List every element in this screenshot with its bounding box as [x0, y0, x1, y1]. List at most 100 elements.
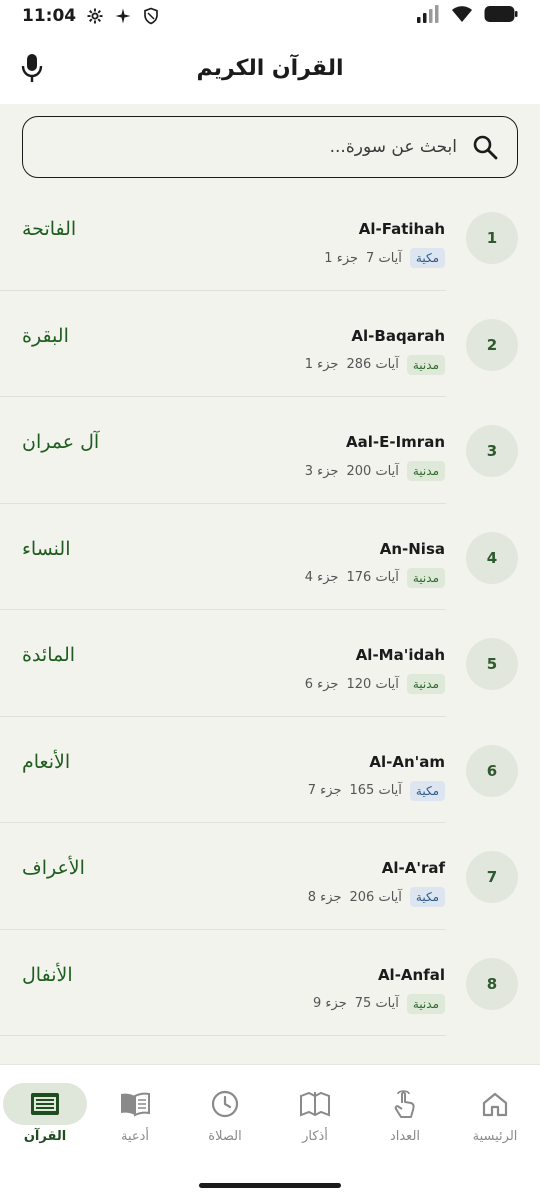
- home-icon: [453, 1083, 537, 1125]
- revelation-badge: مكية: [409, 887, 445, 907]
- nav-label: أدعية: [120, 1129, 150, 1144]
- ayat-count: 176 آيات: [346, 570, 399, 585]
- nav-item-home[interactable]: الرئيسية: [452, 1083, 538, 1153]
- surah-name-en: Al-An'am: [369, 752, 445, 771]
- app-header: القرآن الكريم: [0, 32, 540, 104]
- tap-hand-icon: [363, 1083, 447, 1125]
- search-icon[interactable]: [471, 133, 499, 161]
- battery-icon: [484, 5, 518, 27]
- revelation-badge: مكية: [409, 248, 445, 268]
- revelation-badge: مدنية: [406, 567, 445, 588]
- wifi-icon: [450, 5, 474, 27]
- juz-number: جزء 8: [307, 889, 342, 905]
- surah-row[interactable]: 2 Al-Baqarah مدنية 286 آيات جزء 1 البقرة: [0, 291, 540, 397]
- revelation-badge: مدنية: [406, 354, 445, 375]
- ayat-count: 165 آيات: [349, 783, 402, 798]
- ayat-count: 206 آيات: [349, 889, 402, 905]
- surah-row[interactable]: 8 Al-Anfal مدنية 75 آيات جزء 9 الأنفال: [0, 930, 540, 1036]
- status-time: 11:04: [22, 6, 77, 26]
- surah-number: 3: [466, 425, 518, 477]
- settings-icon: [86, 7, 104, 25]
- juz-number: جزء 1: [324, 250, 359, 266]
- juz-number: جزء 3: [304, 463, 339, 479]
- revelation-badge: مكية: [409, 780, 445, 801]
- surah-number: 6: [466, 744, 518, 797]
- surah-meta: مكية 165 آيات جزء 7: [307, 780, 445, 801]
- surah-meta: مدنية 120 آيات جزء 6: [305, 674, 445, 694]
- surah-name-en: Al-Anfal: [377, 965, 445, 984]
- open-book-icon: [93, 1083, 177, 1125]
- surah-list: 1 Al-Fatihah مكية 7 آيات جزء 1 الفاتحة 2…: [0, 184, 540, 1036]
- ayat-count: 200 آيات: [346, 463, 399, 479]
- surah-row[interactable]: 7 Al-A'raf مكية 206 آيات جزء 8 الأعراف: [0, 823, 540, 930]
- surah-number: 2: [466, 318, 518, 371]
- surah-number: 8: [466, 957, 518, 1010]
- search-input[interactable]: [97, 137, 457, 157]
- surah-name-ar: المائدة: [22, 644, 76, 666]
- clock-icon: [183, 1083, 267, 1125]
- signal-icon: [416, 5, 440, 27]
- surah-name-en: An-Nisa: [379, 539, 445, 558]
- ayat-count: 120 آيات: [346, 676, 399, 692]
- nav-label: العداد: [389, 1129, 421, 1144]
- nav-item-prayer[interactable]: الصلاة: [182, 1083, 268, 1153]
- revelation-badge: مدنية: [406, 993, 445, 1014]
- surah-name-en: Al-A'raf: [381, 859, 445, 877]
- surah-meta: مدنية 286 آيات جزء 1: [304, 354, 445, 375]
- juz-number: جزء 6: [304, 676, 339, 692]
- page-title: القرآن الكريم: [196, 55, 344, 81]
- surah-row[interactable]: 6 Al-An'am مكية 165 آيات جزء 7 الأنعام: [0, 717, 540, 823]
- surah-meta: مكية 206 آيات جزء 8: [308, 887, 445, 907]
- quran-book-icon: [3, 1083, 87, 1125]
- ayat-count: 286 آيات: [346, 357, 399, 372]
- nav-item-quran[interactable]: القرآن: [2, 1083, 88, 1153]
- surah-name-ar: البقرة: [22, 324, 69, 347]
- surah-name-ar: الأنعام: [22, 750, 71, 773]
- revelation-badge: مدنية: [406, 461, 445, 481]
- surah-name-ar: الأنفال: [22, 963, 73, 986]
- surah-name-en: Al-Baqarah: [351, 326, 445, 345]
- juz-number: جزء 1: [304, 357, 339, 372]
- bottom-navigation: القرآن أدعية الصلاة أذكار العداد الرئيسي…: [0, 1064, 540, 1200]
- juz-number: جزء 7: [307, 783, 342, 798]
- sparkle-icon: [114, 7, 132, 25]
- surah-row[interactable]: 5 Al-Ma'idah مدنية 120 آيات جزء 6 المائد…: [0, 610, 540, 717]
- juz-number: جزء 9: [313, 996, 347, 1011]
- juz-number: جزء 4: [304, 570, 339, 585]
- map-book-icon: [273, 1083, 357, 1125]
- surah-name-en: Al-Ma'idah: [355, 646, 445, 664]
- nav-item-duas[interactable]: أدعية: [92, 1083, 178, 1153]
- microphone-icon[interactable]: [18, 52, 46, 84]
- surah-meta: مدنية 75 آيات جزء 9: [313, 993, 445, 1014]
- surah-row[interactable]: 3 Aal-E-Imran مدنية 200 آيات جزء 3 آل عم…: [0, 397, 540, 504]
- nav-item-counter[interactable]: العداد: [362, 1083, 448, 1153]
- surah-row[interactable]: 1 Al-Fatihah مكية 7 آيات جزء 1 الفاتحة: [0, 184, 540, 291]
- surah-meta: مكية 7 آيات جزء 1: [324, 248, 445, 268]
- nav-item-adhkar[interactable]: أذكار: [272, 1083, 358, 1153]
- surah-name-en: Aal-E-Imran: [346, 433, 445, 451]
- surah-name-ar: النساء: [22, 537, 71, 560]
- surah-name-ar: الفاتحة: [22, 218, 77, 240]
- nav-label: القرآن: [23, 1129, 67, 1144]
- shield-icon: [142, 7, 160, 25]
- nav-label: الصلاة: [208, 1129, 242, 1144]
- revelation-badge: مدنية: [406, 674, 445, 694]
- surah-row[interactable]: 4 An-Nisa مدنية 176 آيات جزء 4 النساء: [0, 504, 540, 610]
- surah-number: 5: [466, 638, 518, 690]
- surah-number: 1: [466, 212, 518, 264]
- ayat-count: 75 آيات: [354, 996, 399, 1011]
- surah-name-ar: آل عمران: [22, 431, 100, 453]
- status-bar: 11:04: [0, 0, 540, 32]
- surah-meta: مدنية 176 آيات جزء 4: [304, 567, 445, 588]
- surah-number: 4: [466, 531, 518, 584]
- surah-number: 7: [466, 851, 518, 903]
- surah-name-en: Al-Fatihah: [358, 220, 445, 238]
- divider: [0, 1035, 446, 1036]
- home-indicator[interactable]: [199, 1183, 341, 1188]
- nav-label: الرئيسية: [472, 1129, 518, 1144]
- surah-meta: مدنية 200 آيات جزء 3: [305, 461, 445, 481]
- ayat-count: 7 آيات: [366, 250, 402, 266]
- surah-name-ar: الأعراف: [22, 857, 85, 879]
- nav-label: أذكار: [302, 1129, 328, 1144]
- search-bar[interactable]: [22, 116, 518, 178]
